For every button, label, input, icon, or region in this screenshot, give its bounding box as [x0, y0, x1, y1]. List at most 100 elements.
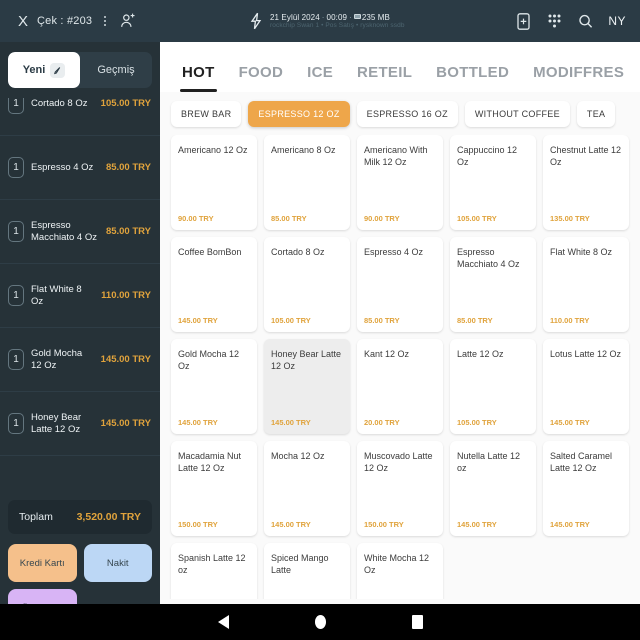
subcategory-chip[interactable]: ESPRESSO 12 OZ: [248, 101, 350, 127]
product-name: Espresso Macchiato 4 Oz: [457, 247, 520, 270]
product-card[interactable]: Muscovado Latte 12 Oz 150.00 TRY: [357, 441, 443, 536]
product-card[interactable]: Nutella Latte 12 oz 145.00 TRY: [450, 441, 536, 536]
cart-row-qty[interactable]: 1: [8, 98, 24, 114]
product-card[interactable]: Gold Mocha 12 Oz 145.00 TRY: [171, 339, 257, 434]
product-grid-scroll[interactable]: Americano 12 Oz 90.00 TRY Americano 8 Oz 85…: [160, 135, 640, 599]
product-card[interactable]: Americano 12 Oz 90.00 TRY: [171, 135, 257, 230]
cash-button[interactable]: Nakit: [83, 544, 152, 582]
cart-row[interactable]: 1 Honey Bear Latte 12 Oz 145.00 TRY: [0, 392, 160, 456]
cart-row-qty[interactable]: 1: [8, 349, 24, 370]
product-price: 145.00 TRY: [271, 418, 311, 427]
product-card[interactable]: Macadamia Nut Latte 12 Oz 150.00 TRY: [171, 441, 257, 536]
back-triangle-icon[interactable]: [217, 615, 229, 629]
cart-row-qty[interactable]: 1: [8, 157, 24, 178]
product-price: 145.00 TRY: [457, 520, 497, 529]
product-card[interactable]: Americano With Milk 12 Oz 90.00 TRY: [357, 135, 443, 230]
product-card[interactable]: Latte 12 Oz 105.00 TRY: [450, 339, 536, 434]
product-price: 145.00 TRY: [271, 520, 311, 529]
product-card[interactable]: Lotus Latte 12 Oz 145.00 TRY: [543, 339, 629, 434]
product-card[interactable]: Cappuccino 12 Oz 105.00 TRY: [450, 135, 536, 230]
cart-row[interactable]: 1 Cortado 8 Oz 105.00 TRY: [0, 98, 160, 136]
category-tab[interactable]: BOTTLED: [424, 64, 521, 92]
status-date: 21 Eylül 2024: [269, 12, 320, 22]
category-tab[interactable]: MODIFFRES: [521, 64, 636, 92]
top-bar-left: X Çek : #203: [0, 11, 138, 31]
product-price: 85.00 TRY: [271, 214, 307, 223]
category-tab[interactable]: RETEIL: [345, 64, 424, 92]
pencil-icon[interactable]: [50, 62, 66, 78]
sidebar-tab-history[interactable]: Geçmiş: [80, 52, 152, 88]
product-card[interactable]: Mocha 12 Oz 145.00 TRY: [264, 441, 350, 536]
check-number-label[interactable]: Çek : #203: [37, 15, 92, 27]
recents-square-icon[interactable]: [411, 615, 423, 629]
cart-row[interactable]: 1 Flat White 8 Oz 110.00 TRY: [0, 264, 160, 328]
cart-row-price: 85.00 TRY: [105, 162, 151, 173]
product-name: Nutella Latte 12 oz: [457, 451, 521, 474]
subcategory-chip[interactable]: TEA: [576, 101, 616, 127]
category-tab[interactable]: FOOD: [227, 64, 296, 92]
product-card[interactable]: Espresso Macchiato 4 Oz 85.00 TRY: [450, 237, 536, 332]
top-bar: X Çek : #203 21 Eylül 2024 · 00:09 · 235 MB: [0, 0, 640, 42]
product-name: Spiced Mango Latte: [271, 553, 329, 576]
product-card[interactable]: Spiced Mango Latte: [264, 543, 350, 599]
product-card[interactable]: Chestnut Latte 12 Oz 135.00 TRY: [543, 135, 629, 230]
status-time: 00:09: [326, 12, 348, 22]
search-icon[interactable]: [577, 12, 594, 31]
credit-card-button[interactable]: Kredi Kartı: [8, 544, 77, 582]
product-price: 135.00 TRY: [550, 214, 590, 223]
sidebar-tab-new[interactable]: Yeni: [8, 52, 80, 88]
product-price: 20.00 TRY: [364, 418, 400, 427]
product-grid: Americano 12 Oz 90.00 TRY Americano 8 Oz 85…: [171, 135, 629, 599]
product-price: 105.00 TRY: [457, 418, 497, 427]
user-initials-label[interactable]: NY: [608, 14, 626, 28]
keypad-icon[interactable]: [546, 12, 563, 31]
product-name: Macadamia Nut Latte 12 Oz: [178, 451, 242, 474]
product-card[interactable]: Spanish Latte 12 oz: [171, 543, 257, 599]
category-tab[interactable]: HOT: [170, 64, 227, 92]
product-name: Americano With Milk 12 Oz: [364, 145, 428, 168]
product-price: 105.00 TRY: [457, 214, 497, 223]
close-icon[interactable]: X: [18, 14, 28, 29]
product-name: Americano 12 Oz: [178, 145, 248, 155]
total-value: 3,520.00 TRY: [76, 511, 141, 523]
cart-row-qty[interactable]: 1: [8, 413, 24, 434]
category-tab[interactable]: ICE: [295, 64, 345, 92]
product-card[interactable]: Flat White 8 Oz 110.00 TRY: [543, 237, 629, 332]
subcategory-chip[interactable]: ESPRESSO 16 OZ: [356, 101, 458, 127]
product-card[interactable]: Kant 12 Oz 20.00 TRY: [357, 339, 443, 434]
product-name: Salted Caramel Latte 12 Oz: [550, 451, 613, 474]
subcategory-chip[interactable]: WITHOUT COFFEE: [464, 101, 570, 127]
home-circle-icon[interactable]: [314, 615, 326, 629]
vertical-dots-icon[interactable]: [101, 14, 109, 28]
product-card[interactable]: Cortado 8 Oz 105.00 TRY: [264, 237, 350, 332]
product-card[interactable]: Salted Caramel Latte 12 Oz 145.00 TRY: [543, 441, 629, 536]
cart-list[interactable]: 1 Cortado 8 Oz 105.00 TRY 1 Espresso 4 Oz 85.…: [0, 98, 160, 498]
product-card[interactable]: White Mocha 12 Oz: [357, 543, 443, 599]
subcategory-chip[interactable]: BREW BAR: [171, 101, 242, 127]
status-line-secondary: rockchip Swan 1 • Pos Satış • rysknown s…: [269, 21, 405, 29]
product-card[interactable]: Americano 8 Oz 85.00 TRY: [264, 135, 350, 230]
cart-row[interactable]: 1 Espresso Macchiato 4 Oz 85.00 TRY: [0, 200, 160, 264]
sidebar-tab-group: Yeni Geçmiş: [8, 52, 152, 88]
cart-row-name: Espresso 4 Oz: [31, 161, 94, 173]
cart-row-qty[interactable]: 1: [8, 285, 24, 306]
cart-row-price: 145.00 TRY: [100, 418, 151, 429]
cart-row[interactable]: 1 Espresso 4 Oz 85.00 TRY: [0, 136, 160, 200]
cart-row-price: 85.00 TRY: [105, 226, 151, 237]
product-price: 150.00 TRY: [178, 520, 218, 529]
product-name: Cappuccino 12 Oz: [457, 145, 518, 168]
product-card[interactable]: Honey Bear Latte 12 Oz 145.00 TRY: [264, 339, 350, 434]
card-add-icon[interactable]: [515, 12, 532, 31]
order-sidebar: Yeni Geçmiş 1 Cortado 8 Oz 105.00 TRY 1 Espr…: [0, 42, 160, 627]
system-nav-bar: [0, 604, 640, 640]
cart-row[interactable]: 1 Gold Mocha 12 Oz 145.00 TRY: [0, 328, 160, 392]
product-card[interactable]: Coffee BomBon 145.00 TRY: [171, 237, 257, 332]
cart-row-qty[interactable]: 1: [8, 221, 24, 242]
total-label: Toplam: [19, 511, 53, 523]
status-line-primary: 21 Eylül 2024 · 00:09 · 235 MB: [269, 12, 390, 22]
product-price: 145.00 TRY: [550, 418, 590, 427]
product-card[interactable]: Espresso 4 Oz 85.00 TRY: [357, 237, 443, 332]
status-memory: 235 MB: [361, 12, 390, 22]
product-price: 110.00 TRY: [550, 316, 590, 325]
add-person-icon[interactable]: [118, 11, 138, 31]
